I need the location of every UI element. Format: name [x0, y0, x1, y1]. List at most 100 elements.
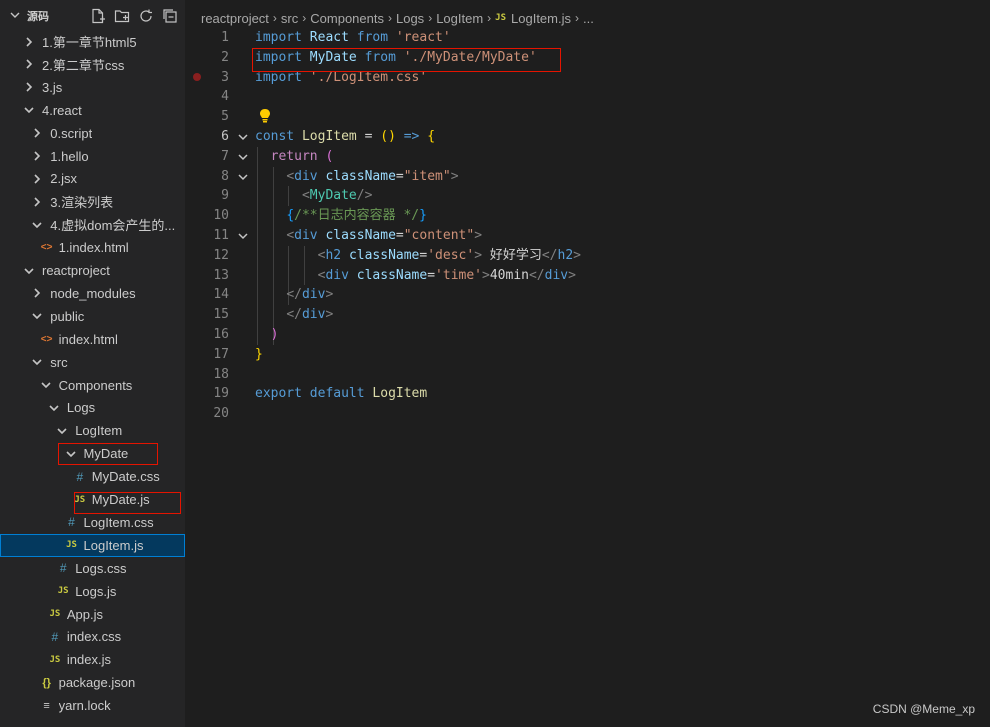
code-line[interactable]: } — [255, 345, 263, 365]
tree-item-label: src — [50, 354, 68, 370]
code-token: } — [419, 208, 427, 224]
tree-folder[interactable]: reactproject — [0, 259, 185, 282]
chevron-down-icon[interactable] — [39, 380, 53, 390]
chevron-right-icon[interactable] — [22, 59, 36, 69]
tree-file[interactable]: {} package.json — [0, 671, 185, 694]
tree-folder[interactable]: Components — [0, 374, 185, 397]
chevron-right-icon[interactable] — [30, 174, 44, 184]
chevron-right-icon[interactable] — [22, 82, 36, 92]
tree-file[interactable]: <> 1.index.html — [0, 236, 185, 259]
tree-folder[interactable]: public — [0, 305, 185, 328]
tree-folder[interactable]: 1.第一章节html5 — [0, 30, 185, 53]
chevron-down-icon[interactable] — [30, 311, 44, 321]
tree-folder[interactable]: 2.第二章节css — [0, 53, 185, 76]
new-file-icon[interactable] — [89, 7, 107, 25]
code-token: className — [356, 267, 428, 283]
code-token: 'desc' — [427, 247, 475, 263]
chevron-down-icon[interactable] — [64, 449, 78, 459]
chevron-down-icon[interactable] — [55, 426, 69, 436]
tree-folder[interactable]: Logs — [0, 396, 185, 419]
fold-chevron-icon[interactable] — [236, 127, 250, 147]
watermark: CSDN @Meme_xp — [872, 702, 975, 716]
code-line[interactable]: import MyDate from './MyDate/MyDate' — [255, 48, 537, 68]
tree-file[interactable]: JS MyDate.js — [0, 488, 185, 511]
fold-chevron-icon[interactable] — [236, 167, 250, 187]
chevron-right-icon[interactable] — [30, 197, 44, 207]
code-line[interactable]: <MyDate/> — [255, 186, 372, 206]
code-token: LogItem — [301, 129, 357, 144]
tree-file[interactable]: JS index.js — [0, 648, 185, 671]
chevron-right-icon[interactable] — [30, 151, 44, 161]
code-line[interactable]: const LogItem = () => { — [255, 127, 435, 147]
breadcrumb-item[interactable]: src — [281, 11, 298, 26]
code-line[interactable]: return ( — [255, 147, 334, 167]
breadcrumb-item[interactable]: reactproject — [201, 11, 269, 26]
line-number: 8 — [221, 168, 229, 184]
chevron-right-icon[interactable] — [30, 128, 44, 138]
tree-folder[interactable]: src — [0, 351, 185, 374]
tree-folder[interactable]: 2.jsx — [0, 167, 185, 190]
css-file-icon: # — [76, 469, 84, 484]
tree-folder[interactable]: 4.react — [0, 99, 185, 122]
code-line[interactable]: {/**日志内容容器 */} — [255, 206, 427, 226]
new-folder-icon[interactable] — [113, 7, 131, 25]
code-line[interactable]: </div> — [255, 305, 333, 325]
tree-file[interactable]: # index.css — [0, 625, 185, 648]
tree-file[interactable]: JS LogItem.js — [0, 533, 185, 557]
tree-file[interactable]: # Logs.css — [0, 557, 185, 580]
code-token: className — [325, 168, 396, 184]
code-line[interactable]: </div> — [255, 285, 333, 305]
tree-folder[interactable]: node_modules — [0, 282, 185, 305]
breadcrumb-item[interactable]: Logs — [396, 11, 424, 26]
chevron-down-icon[interactable] — [22, 105, 36, 115]
fold-chevron-icon[interactable] — [236, 226, 250, 246]
line-number: 6 — [221, 129, 229, 144]
lightbulb-icon[interactable] — [258, 108, 272, 124]
chevron-down-icon[interactable] — [47, 403, 61, 413]
chevron-right-icon[interactable] — [22, 36, 36, 47]
tree-file[interactable]: JS Logs.js — [0, 580, 185, 603]
chevron-down-icon[interactable] — [10, 10, 22, 23]
tree-item-label: public — [50, 308, 85, 324]
tree-file[interactable]: JS App.js — [0, 603, 185, 626]
code-token: 'react' — [395, 30, 451, 45]
tree-file[interactable]: <> index.html — [0, 328, 185, 351]
tree-item-label: index.html — [58, 331, 118, 347]
code-line[interactable]: ) — [255, 325, 279, 345]
breadcrumb-item[interactable]: Components — [310, 11, 384, 26]
tree-folder[interactable]: 0.script — [0, 122, 185, 145]
tree-file[interactable]: ≡ yarn.lock — [0, 694, 185, 717]
breadcrumb-item[interactable]: ... — [583, 11, 594, 26]
code-token: </ — [541, 247, 558, 263]
chevron-down-icon[interactable] — [30, 357, 44, 367]
tree-item-label: 1.hello — [50, 148, 89, 164]
chevron-right-icon[interactable] — [30, 288, 44, 298]
breadcrumb-item[interactable]: LogItem.js — [511, 11, 571, 26]
refresh-icon[interactable] — [137, 7, 155, 25]
collapse-all-icon[interactable] — [161, 7, 179, 25]
code-line[interactable]: import './LogItem.css' — [255, 68, 427, 88]
tree-file[interactable]: # LogItem.css — [0, 511, 185, 534]
code-editor[interactable]: reactproject › src › Components › Logs › LogItem… — [186, 0, 990, 727]
code-line[interactable]: <div className='time'>40min</div> — [255, 266, 576, 286]
line-number: 4 — [221, 89, 229, 105]
line-number: 19 — [213, 386, 229, 402]
breadcrumb-item[interactable]: LogItem — [436, 11, 483, 26]
code-line[interactable]: <div className="content"> — [255, 226, 482, 246]
chevron-down-icon[interactable] — [22, 266, 36, 276]
code-line[interactable]: import React from 'react' — [255, 28, 451, 48]
tree-folder[interactable]: 3.js — [0, 76, 185, 99]
tree-folder[interactable]: MyDate — [0, 442, 185, 465]
code-line[interactable]: export default LogItem — [255, 384, 427, 404]
tree-folder[interactable]: 1.hello — [0, 145, 185, 168]
chevron-down-icon[interactable] — [30, 220, 44, 230]
tree-folder[interactable]: 3.渲染列表 — [0, 190, 185, 213]
tree-folder[interactable]: LogItem — [0, 419, 185, 442]
fold-chevron-icon[interactable] — [236, 147, 250, 167]
code-line[interactable]: <h2 className='desc'> 好好学习</h2> — [255, 246, 581, 266]
tree-folder[interactable]: 4.虚拟dom会产生的... — [0, 213, 185, 236]
tree-file[interactable]: # MyDate.css — [0, 465, 185, 488]
code-line[interactable]: <div className="item"> — [255, 167, 458, 187]
